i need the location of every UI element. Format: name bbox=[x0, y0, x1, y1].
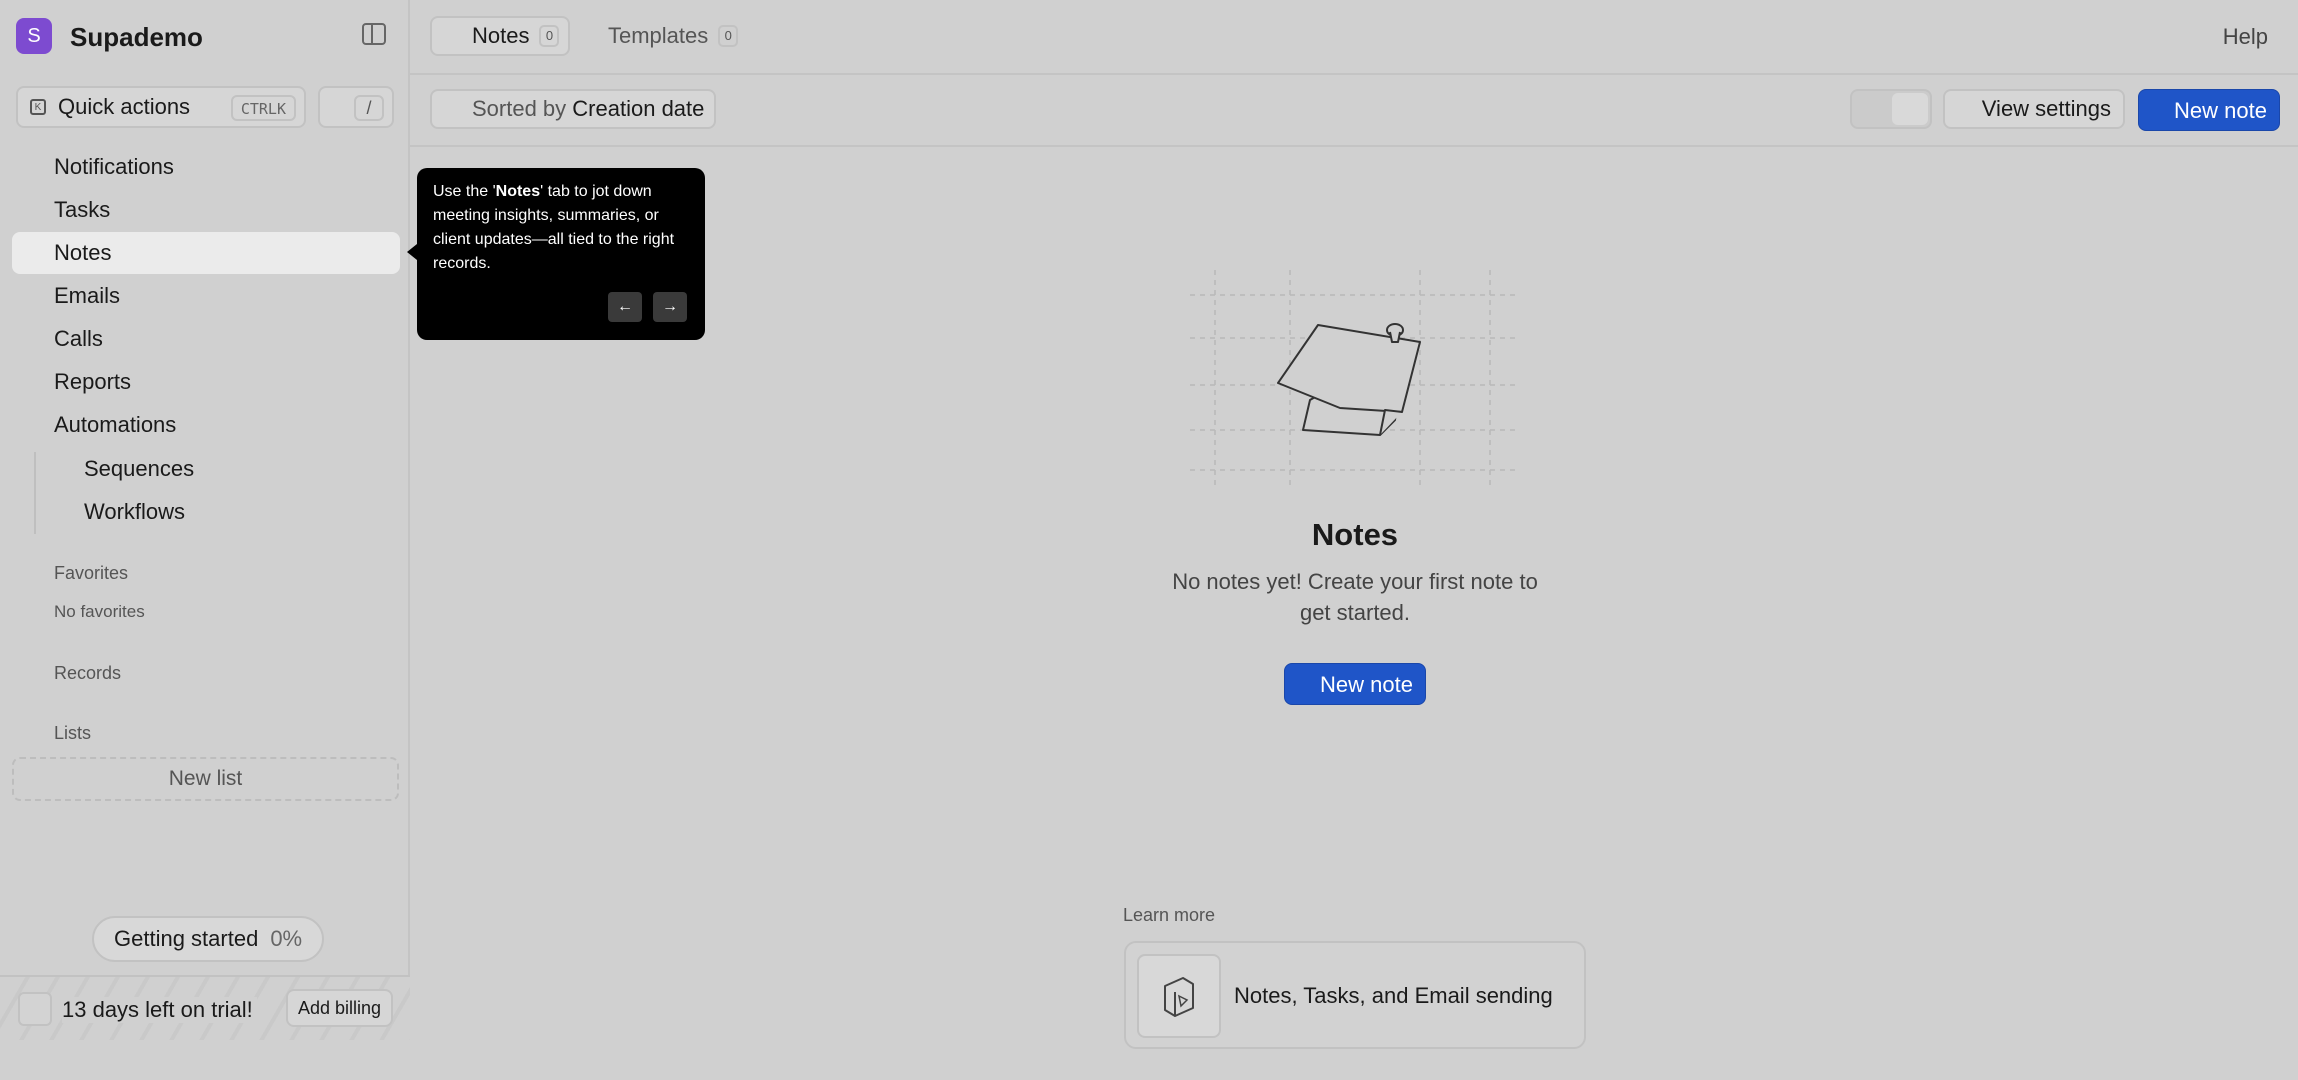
empty-state-new-note-button[interactable]: New note bbox=[1284, 663, 1426, 705]
sidebar-item-notifications[interactable]: Notifications bbox=[12, 146, 400, 188]
workspace-name: Supademo bbox=[70, 22, 203, 52]
getting-started-percent: 0% bbox=[270, 926, 303, 951]
empty-state-title: Notes bbox=[1311, 517, 1399, 552]
workspace-avatar: S bbox=[16, 18, 52, 54]
empty-state-description: No notes yet! Create your first note to … bbox=[1172, 569, 1538, 625]
slash-command-button[interactable]: / bbox=[318, 86, 394, 128]
tab-notes[interactable]: Notes 0 bbox=[430, 16, 570, 56]
tooltip-next-icon[interactable]: → bbox=[653, 292, 687, 322]
learn-more-card-title: Notes, Tasks, and Email sending bbox=[1234, 983, 1553, 1008]
learn-more-label: Learn more bbox=[1123, 905, 1216, 925]
add-billing-button[interactable]: Add billing bbox=[286, 989, 394, 1027]
tooltip-prev-icon[interactable]: ← bbox=[608, 292, 642, 322]
sidebar-item-sequences[interactable]: Sequences bbox=[34, 447, 400, 490]
getting-started-label: Getting started bbox=[114, 926, 259, 951]
favorites-heading[interactable]: Favorites bbox=[54, 563, 128, 584]
tab-notes-count: 0 bbox=[539, 25, 560, 47]
quick-actions-button[interactable]: K Quick actions CTRLK bbox=[16, 86, 306, 128]
tab-notes-label: Notes bbox=[472, 23, 530, 48]
view-settings-button[interactable]: View settings bbox=[1943, 89, 2125, 129]
getting-started-button[interactable]: Getting started 0% bbox=[92, 916, 325, 962]
tab-templates-count: 0 bbox=[718, 25, 739, 47]
sort-prefix: Sorted by bbox=[472, 96, 567, 121]
trial-icon bbox=[18, 992, 52, 1026]
new-list-button[interactable]: New list bbox=[12, 757, 399, 801]
quick-actions-label: Quick actions bbox=[58, 94, 191, 119]
sidebar-toggle-icon[interactable] bbox=[362, 23, 386, 45]
sort-button[interactable]: Sorted by Creation date bbox=[430, 89, 717, 129]
top-tabs-bar: Notes 0 Templates 0 Help bbox=[410, 0, 2298, 75]
help-link[interactable]: Help bbox=[2223, 24, 2268, 50]
note-book-icon bbox=[1137, 954, 1221, 1038]
tooltip-text-before: Use the ' bbox=[433, 183, 496, 200]
quick-actions-shortcut: CTRLK bbox=[230, 95, 296, 121]
sidebar-item-notes[interactable]: Notes bbox=[12, 232, 400, 274]
sidebar-item-reports[interactable]: Reports bbox=[12, 361, 400, 403]
sidebar-item-calls[interactable]: Calls bbox=[12, 318, 400, 360]
subnav-divider bbox=[34, 452, 36, 534]
trial-text: 13 days left on trial! bbox=[62, 997, 257, 1023]
sidebar-item-emails[interactable]: Emails bbox=[12, 275, 400, 317]
sidebar-item-tasks[interactable]: Tasks bbox=[12, 189, 400, 231]
no-favorites-text: No favorites bbox=[54, 602, 145, 621]
records-heading[interactable]: Records bbox=[54, 663, 121, 684]
layout-toggle[interactable] bbox=[1850, 89, 1932, 129]
onboarding-tooltip: Use the 'Notes' tab to jot down meeting … bbox=[407, 168, 705, 340]
tab-templates[interactable]: Templates 0 bbox=[598, 16, 739, 56]
notes-toolbar: Sorted by Creation date View settings Ne… bbox=[410, 75, 2298, 147]
command-icon: K bbox=[30, 99, 46, 115]
sort-value: Creation date bbox=[572, 96, 705, 121]
main-nav: Notifications Tasks Notes Emails Calls R… bbox=[12, 146, 400, 533]
new-note-button[interactable]: New note bbox=[2138, 89, 2280, 131]
learn-more-card[interactable]: Notes, Tasks, and Email sending bbox=[1124, 941, 1586, 1049]
trial-banner: 13 days left on trial! Add billing bbox=[0, 975, 410, 1040]
sidebar-item-workflows[interactable]: Workflows bbox=[34, 490, 400, 533]
sidebar-item-automations[interactable]: Automations bbox=[12, 404, 400, 446]
tab-templates-label: Templates bbox=[608, 23, 709, 48]
workspace-switcher[interactable]: S Supademo bbox=[16, 18, 203, 54]
slash-shortcut: / bbox=[354, 95, 384, 121]
sidebar: S Supademo K Quick actions CTRLK / Notif… bbox=[0, 0, 410, 1040]
tooltip-text-bold: Notes bbox=[495, 183, 541, 200]
empty-notes-illustration bbox=[1190, 270, 1520, 485]
lists-heading[interactable]: Lists bbox=[54, 723, 91, 744]
